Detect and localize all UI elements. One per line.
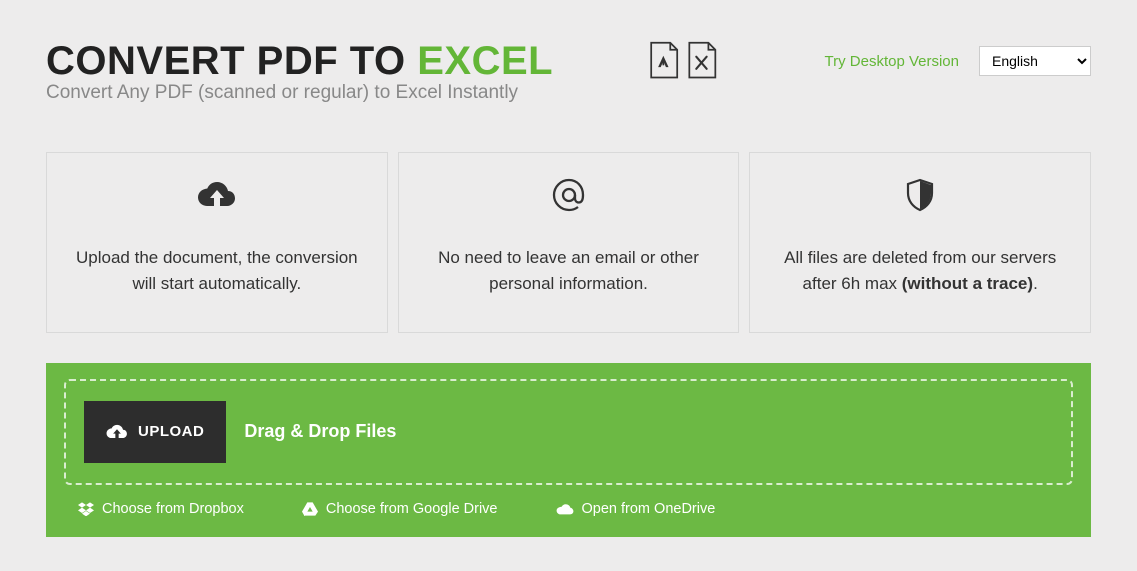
choose-gdrive-link[interactable]: Choose from Google Drive	[302, 501, 498, 517]
try-desktop-link[interactable]: Try Desktop Version	[825, 53, 960, 70]
shield-icon	[776, 175, 1064, 215]
pdf-excel-logo	[646, 40, 724, 82]
feature-card-no-email: No need to leave an email or other perso…	[398, 152, 740, 333]
dropbox-label: Choose from Dropbox	[102, 501, 244, 517]
google-drive-icon	[302, 502, 318, 516]
feature-text-bold: (without a trace)	[902, 274, 1033, 293]
title-prefix: CONVERT PDF TO	[46, 39, 417, 83]
feature-text: No need to leave an email or other perso…	[425, 245, 713, 298]
onedrive-icon	[556, 503, 574, 515]
dropzone[interactable]: UPLOAD Drag & Drop Files	[64, 379, 1073, 485]
choose-dropbox-link[interactable]: Choose from Dropbox	[78, 501, 244, 517]
feature-card-privacy: All files are deleted from our servers a…	[749, 152, 1091, 333]
drag-drop-label: Drag & Drop Files	[244, 421, 396, 442]
at-sign-icon	[425, 175, 713, 215]
cloud-upload-icon	[73, 175, 361, 215]
subtitle: Convert Any PDF (scanned or regular) to …	[46, 82, 553, 104]
feature-card-upload: Upload the document, the conversion will…	[46, 152, 388, 333]
open-onedrive-link[interactable]: Open from OneDrive	[556, 501, 716, 517]
onedrive-label: Open from OneDrive	[582, 501, 716, 517]
feature-text-suffix: .	[1033, 274, 1038, 293]
upload-button[interactable]: UPLOAD	[84, 401, 226, 463]
language-select[interactable]: English	[979, 46, 1091, 76]
dropbox-icon	[78, 502, 94, 516]
page-title: CONVERT PDF TO EXCEL	[46, 40, 553, 82]
title-accent: EXCEL	[417, 39, 553, 83]
gdrive-label: Choose from Google Drive	[326, 501, 498, 517]
pdf-xls-icon	[646, 40, 724, 82]
upload-button-label: UPLOAD	[138, 423, 204, 440]
feature-text: All files are deleted from our servers a…	[776, 245, 1064, 298]
cloud-upload-icon	[106, 423, 128, 441]
upload-zone: UPLOAD Drag & Drop Files Choose from Dro…	[46, 363, 1091, 537]
feature-text: Upload the document, the conversion will…	[73, 245, 361, 298]
